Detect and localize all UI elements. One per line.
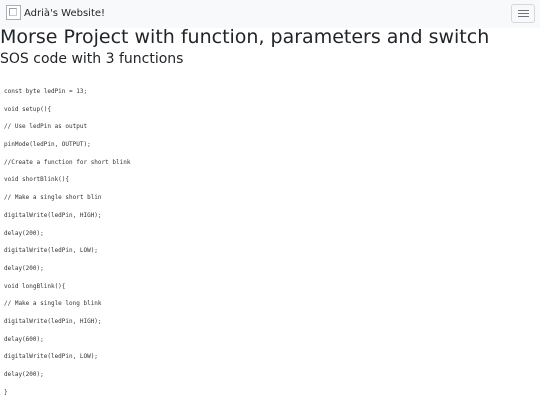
brand-name[interactable]: Adrià's Website!	[24, 7, 105, 20]
code-line: delay(200);	[4, 371, 44, 378]
navbar: Adrià's Website!	[0, 0, 540, 28]
code-block: const byte ledPin = 13; void setup(){ // U…	[4, 88, 534, 406]
code-line: // Make a single long blink	[4, 300, 102, 308]
code-line: // Use ledPin as output	[4, 123, 88, 131]
code-line: digitalWrite(ledPin, HIGH);	[4, 317, 102, 325]
navbar-toggler-button[interactable]	[511, 4, 535, 23]
code-line: digitalWrite(ledPin, LOW);	[4, 247, 98, 255]
code-line: void shortBlink(){	[4, 176, 70, 184]
code-line: digitalWrite(ledPin, LOW);	[4, 353, 98, 361]
code-line: const byte ledPin = 13;	[4, 88, 88, 95]
code-line: void setup(){	[4, 105, 51, 113]
code-line: }	[4, 388, 8, 396]
code-line: delay(600);	[4, 335, 44, 343]
code-line: pinMode(ledPin, OUTPUT);	[4, 141, 91, 149]
broken-image-icon[interactable]	[6, 5, 21, 20]
code-line: // Make a single short blin	[4, 194, 102, 202]
code-line: digitalWrite(ledPin, HIGH);	[4, 211, 102, 219]
hamburger-menu-icon	[518, 10, 529, 11]
page-title: Morse Project with function, parameters …	[0, 26, 490, 48]
code-line: delay(200);	[4, 264, 44, 272]
code-line: delay(200);	[4, 229, 44, 237]
code-line: //Create a function for short blink	[4, 158, 131, 166]
code-line: void longBlink(){	[4, 282, 66, 290]
page-subtitle: SOS code with 3 functions	[0, 51, 184, 67]
